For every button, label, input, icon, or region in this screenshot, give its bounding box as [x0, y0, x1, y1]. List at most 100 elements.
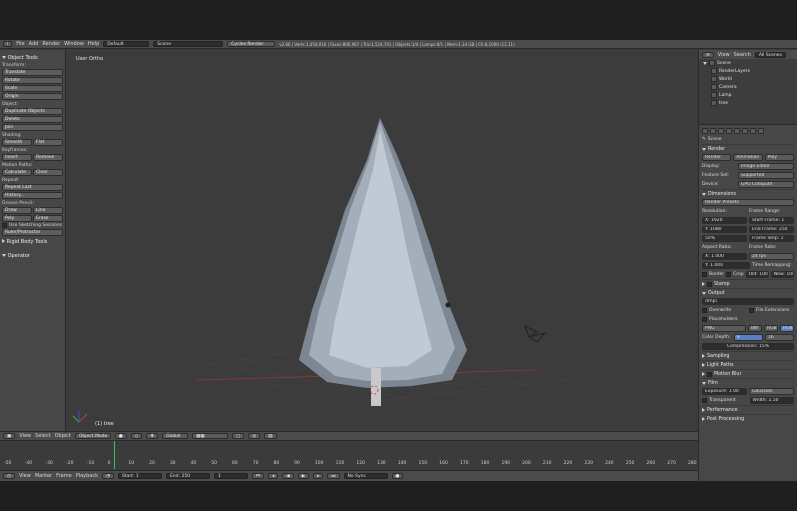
expand-icon[interactable] [702, 408, 705, 412]
lamp-icon[interactable] [445, 302, 451, 308]
line-button[interactable]: Line [33, 207, 63, 214]
jump-end-icon[interactable]: ⏭ [327, 473, 340, 479]
menu-file[interactable]: File [16, 41, 24, 47]
viewport-shading-icon[interactable]: ● [114, 433, 127, 439]
ruler-button[interactable]: Ruler/Protractor [2, 229, 63, 236]
current-frame-field[interactable]: 1 [213, 473, 248, 479]
checkbox-icon[interactable] [2, 223, 7, 228]
join-button[interactable]: Join [2, 124, 63, 131]
collapse-icon[interactable] [702, 291, 706, 295]
world-tab-icon[interactable] [726, 127, 732, 134]
film-panel[interactable]: Film [702, 378, 794, 387]
expand-icon[interactable] [702, 354, 705, 358]
aspect-x-field[interactable]: X: 1.000 [702, 253, 747, 260]
layers-icon[interactable]: ▦▦ [192, 433, 229, 439]
crop-checkbox[interactable] [726, 272, 732, 277]
motion-blur-checkbox[interactable] [707, 371, 712, 377]
border-checkbox[interactable] [702, 272, 707, 277]
jump-start-icon[interactable]: ⏮ [251, 473, 265, 479]
performance-panel[interactable]: Performance [702, 405, 794, 414]
draw-button[interactable]: Draw [2, 207, 32, 214]
output-panel[interactable]: Output [702, 288, 794, 297]
new-field[interactable]: New: 100 [770, 271, 795, 278]
play-reverse-icon[interactable]: ◀ [282, 473, 294, 479]
editor-type-icon[interactable]: ≡ [702, 51, 714, 58]
menu-marker[interactable]: Marker [35, 473, 52, 479]
3d-viewport[interactable]: User Ortho (1) tree [67, 50, 698, 431]
texture-tab-icon[interactable] [758, 127, 764, 134]
clear-button[interactable]: Clear [33, 169, 63, 176]
collapse-icon[interactable] [2, 254, 6, 257]
repeat-last-button[interactable]: Repeat Last [2, 184, 63, 191]
pin-icon[interactable]: ✎ [702, 137, 706, 142]
end-frame-field[interactable]: End Frame: 250 [749, 226, 794, 233]
placeholders-checkbox[interactable] [702, 317, 707, 322]
smooth-button[interactable]: Smooth [2, 139, 32, 146]
color-depth-16-button[interactable]: 16 [765, 334, 794, 341]
outliner-item-renderlayers[interactable]: RenderLayers [699, 67, 797, 75]
expand-icon[interactable] [702, 417, 705, 421]
old-field[interactable]: Old: 100 [745, 271, 769, 278]
scene-selector[interactable]: Scene [153, 41, 224, 47]
frame-step-field[interactable]: Frame Step: 1 [749, 235, 794, 242]
start-frame-field[interactable]: Start Frame: 1 [749, 217, 794, 224]
stamp-checkbox[interactable] [707, 281, 712, 287]
start-frame-field[interactable]: Start: 1 [117, 473, 162, 479]
outliner-item-scene[interactable]: Scene [699, 59, 797, 67]
expand-icon[interactable] [702, 363, 705, 367]
insert-keyframe-button[interactable]: Insert [2, 154, 32, 161]
next-key-icon[interactable]: ▸ [313, 473, 324, 479]
layout-selector[interactable]: Default [103, 41, 150, 47]
orientation-selector[interactable]: Global [162, 433, 189, 439]
exposure-field[interactable]: Exposure: 1.00 [702, 388, 747, 395]
expand-icon[interactable] [2, 239, 5, 243]
rotate-button[interactable]: Rotate [2, 77, 63, 84]
renderlayers-tab-icon[interactable] [710, 127, 716, 134]
menu-render[interactable]: Render [42, 41, 60, 47]
snap-icon[interactable]: ◎ [248, 433, 261, 439]
delete-button[interactable]: Delete [2, 116, 63, 123]
transparent-checkbox[interactable] [702, 398, 707, 403]
file-extensions-checkbox[interactable] [749, 308, 754, 313]
render-panel[interactable]: Render [702, 144, 794, 153]
menu-select[interactable]: Select [35, 433, 50, 439]
overwrite-checkbox[interactable] [702, 308, 707, 313]
menu-object[interactable]: Object [55, 433, 71, 439]
menu-help[interactable]: Help [88, 41, 99, 47]
animation-button[interactable]: Animation [733, 154, 763, 161]
calculate-button[interactable]: Calculate [2, 169, 32, 176]
color-depth-8-button[interactable]: 8 [734, 334, 763, 341]
file-format-selector[interactable]: PNG [702, 325, 746, 332]
post-processing-panel[interactable]: Post Processing [702, 414, 794, 423]
operator-panel[interactable]: Operator [2, 253, 63, 259]
scene-tab-icon[interactable] [718, 127, 724, 134]
compression-slider[interactable]: Compression: 15% [702, 343, 794, 350]
origin-button[interactable]: Origin [2, 93, 63, 100]
outliner-item-tree[interactable]: tree [699, 99, 797, 107]
menu-search[interactable]: Search [734, 52, 751, 58]
history-button[interactable]: History... [2, 192, 63, 199]
play-icon[interactable]: ▶ [297, 473, 310, 479]
lock-icon[interactable]: ▢ [232, 433, 245, 439]
collapse-icon[interactable] [702, 192, 706, 196]
prev-key-icon[interactable]: ◂ [268, 473, 279, 479]
bw-button[interactable]: BW [748, 325, 762, 332]
manipulator-icon[interactable]: ✥ [146, 433, 159, 439]
timeline-area[interactable]: -50 -40 -30 -20 -10 0 10 20 30 40 50 60 70 80 90 100 110… [0, 440, 698, 470]
display-filter-selector[interactable]: All Scenes [754, 51, 786, 58]
menu-window[interactable]: Window [64, 41, 84, 47]
collapse-icon[interactable] [702, 147, 706, 151]
material-tab-icon[interactable] [750, 127, 756, 134]
feature-set-selector[interactable]: Supported [738, 172, 794, 179]
end-frame-field[interactable]: End: 250 [165, 473, 210, 479]
remove-keyframe-button[interactable]: Remove [33, 154, 63, 161]
render-button[interactable]: Render [702, 154, 732, 161]
sampling-panel[interactable]: Sampling [702, 351, 794, 360]
render-tab-icon[interactable] [702, 127, 708, 134]
menu-view[interactable]: View [19, 473, 31, 479]
use-sketching-checkbox[interactable]: Use Sketching Sessions [2, 223, 63, 228]
menu-view[interactable]: View [19, 433, 31, 439]
expand-icon[interactable] [702, 282, 705, 286]
editor-type-icon[interactable]: ◷ [3, 473, 15, 479]
record-icon[interactable]: ● [391, 473, 404, 479]
